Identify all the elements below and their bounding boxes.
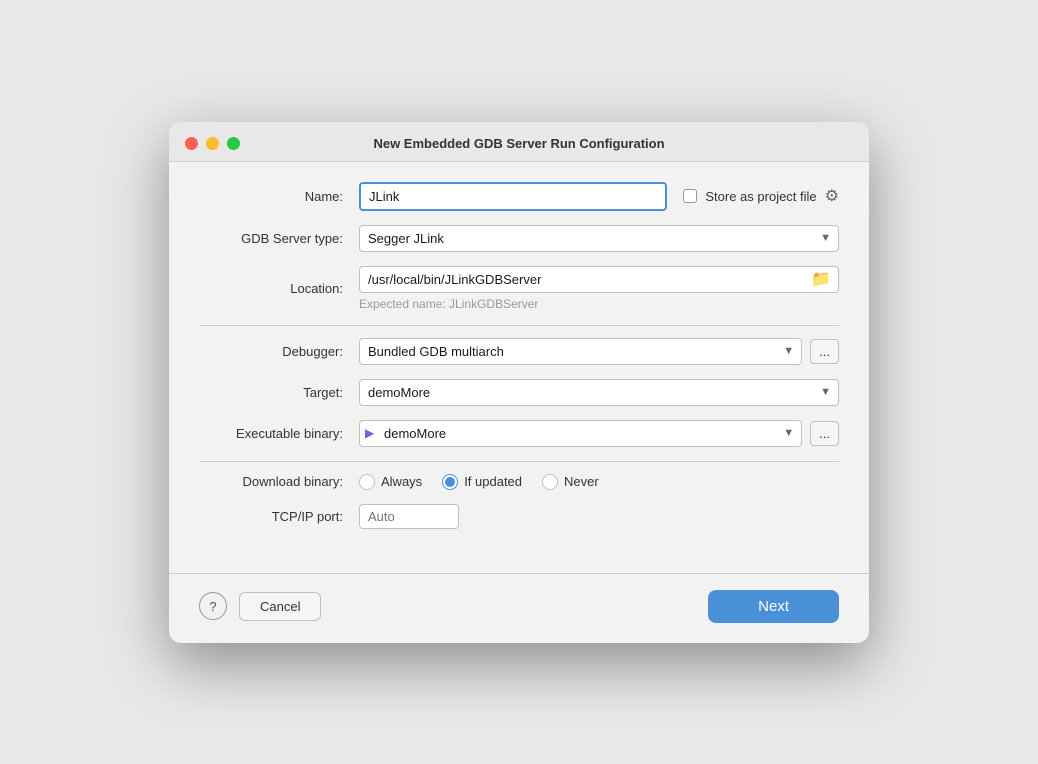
store-project-wrap: Store as project file ⚙ bbox=[683, 186, 839, 206]
name-input-wrap bbox=[359, 182, 667, 211]
radio-if-updated-label: If updated bbox=[464, 474, 522, 489]
exec-binary-select[interactable]: demoMore bbox=[359, 420, 802, 447]
debugger-ellipsis-button[interactable]: ... bbox=[810, 339, 839, 364]
title-bar: New Embedded GDB Server Run Configuratio… bbox=[169, 122, 869, 162]
dialog-title: New Embedded GDB Server Run Configuratio… bbox=[189, 136, 849, 151]
radio-if-updated[interactable]: If updated bbox=[442, 474, 522, 490]
next-button[interactable]: Next bbox=[708, 590, 839, 623]
download-binary-options: Always If updated Never bbox=[359, 474, 839, 490]
minimize-button[interactable] bbox=[206, 137, 219, 150]
radio-if-updated-dot bbox=[445, 477, 455, 487]
location-label: Location: bbox=[199, 281, 359, 296]
gdb-server-type-select[interactable]: Segger JLink bbox=[359, 225, 839, 252]
radio-never-button[interactable] bbox=[542, 474, 558, 490]
target-label: Target: bbox=[199, 385, 359, 400]
folder-browse-icon[interactable]: 📁 bbox=[811, 269, 831, 289]
radio-never[interactable]: Never bbox=[542, 474, 599, 490]
store-project-checkbox[interactable] bbox=[683, 189, 697, 203]
debugger-select[interactable]: Bundled GDB multiarch bbox=[359, 338, 802, 365]
location-input[interactable] bbox=[359, 266, 839, 293]
close-button[interactable] bbox=[185, 137, 198, 150]
debugger-label: Debugger: bbox=[199, 344, 359, 359]
expected-name-text: Expected name: JLinkGDBServer bbox=[359, 297, 839, 311]
target-select[interactable]: demoMore bbox=[359, 379, 839, 406]
exec-binary-icon: ▶ bbox=[365, 426, 374, 440]
exec-binary-select-wrap: demoMore ▶ ▼ bbox=[359, 420, 802, 447]
radio-never-label: Never bbox=[564, 474, 599, 489]
tcpip-field bbox=[359, 504, 839, 529]
target-select-wrap: demoMore ▼ bbox=[359, 379, 839, 406]
gdb-server-type-select-wrap: Segger JLink ▼ bbox=[359, 225, 839, 252]
bottom-bar: ? Cancel Next bbox=[169, 573, 869, 643]
download-binary-row: Download binary: Always If updated bbox=[199, 474, 839, 490]
store-project-label: Store as project file bbox=[705, 189, 816, 204]
radio-always[interactable]: Always bbox=[359, 474, 422, 490]
exec-binary-ellipsis-button[interactable]: ... bbox=[810, 421, 839, 446]
exec-binary-label: Executable binary: bbox=[199, 426, 359, 441]
dialog-window: New Embedded GDB Server Run Configuratio… bbox=[169, 122, 869, 643]
download-binary-label: Download binary: bbox=[199, 474, 359, 489]
maximize-button[interactable] bbox=[227, 137, 240, 150]
name-row: Name: Store as project file ⚙ bbox=[199, 182, 839, 211]
help-button[interactable]: ? bbox=[199, 592, 227, 620]
tcpip-input[interactable] bbox=[359, 504, 459, 529]
divider-2 bbox=[199, 461, 839, 462]
gdb-server-type-label: GDB Server type: bbox=[199, 231, 359, 246]
exec-binary-select-inner: demoMore ▶ ▼ bbox=[359, 420, 802, 447]
cancel-button[interactable]: Cancel bbox=[239, 592, 321, 621]
tcpip-label: TCP/IP port: bbox=[199, 509, 359, 524]
gdb-server-type-field: Segger JLink ▼ bbox=[359, 225, 839, 252]
target-row: Target: demoMore ▼ bbox=[199, 379, 839, 406]
location-field: 📁 Expected name: JLinkGDBServer bbox=[359, 266, 839, 311]
gear-icon[interactable]: ⚙ bbox=[825, 186, 839, 206]
divider-1 bbox=[199, 325, 839, 326]
radio-always-button[interactable] bbox=[359, 474, 375, 490]
radio-always-label: Always bbox=[381, 474, 422, 489]
location-input-wrap: 📁 bbox=[359, 266, 839, 293]
name-input[interactable] bbox=[359, 182, 667, 211]
debugger-row: Debugger: Bundled GDB multiarch ▼ ... bbox=[199, 338, 839, 365]
download-binary-field: Always If updated Never bbox=[359, 474, 839, 490]
dialog-content: Name: Store as project file ⚙ GDB Server… bbox=[169, 162, 869, 563]
location-row: Location: 📁 Expected name: JLinkGDBServe… bbox=[199, 266, 839, 311]
exec-binary-row: Executable binary: demoMore ▶ ▼ ... bbox=[199, 420, 839, 447]
window-controls bbox=[185, 137, 240, 150]
gdb-server-type-row: GDB Server type: Segger JLink ▼ bbox=[199, 225, 839, 252]
bottom-left-controls: ? Cancel bbox=[199, 592, 321, 621]
radio-if-updated-button[interactable] bbox=[442, 474, 458, 490]
name-label: Name: bbox=[199, 189, 359, 204]
tcpip-row: TCP/IP port: bbox=[199, 504, 839, 529]
target-field: demoMore ▼ bbox=[359, 379, 839, 406]
debugger-select-wrap: Bundled GDB multiarch ▼ bbox=[359, 338, 802, 365]
